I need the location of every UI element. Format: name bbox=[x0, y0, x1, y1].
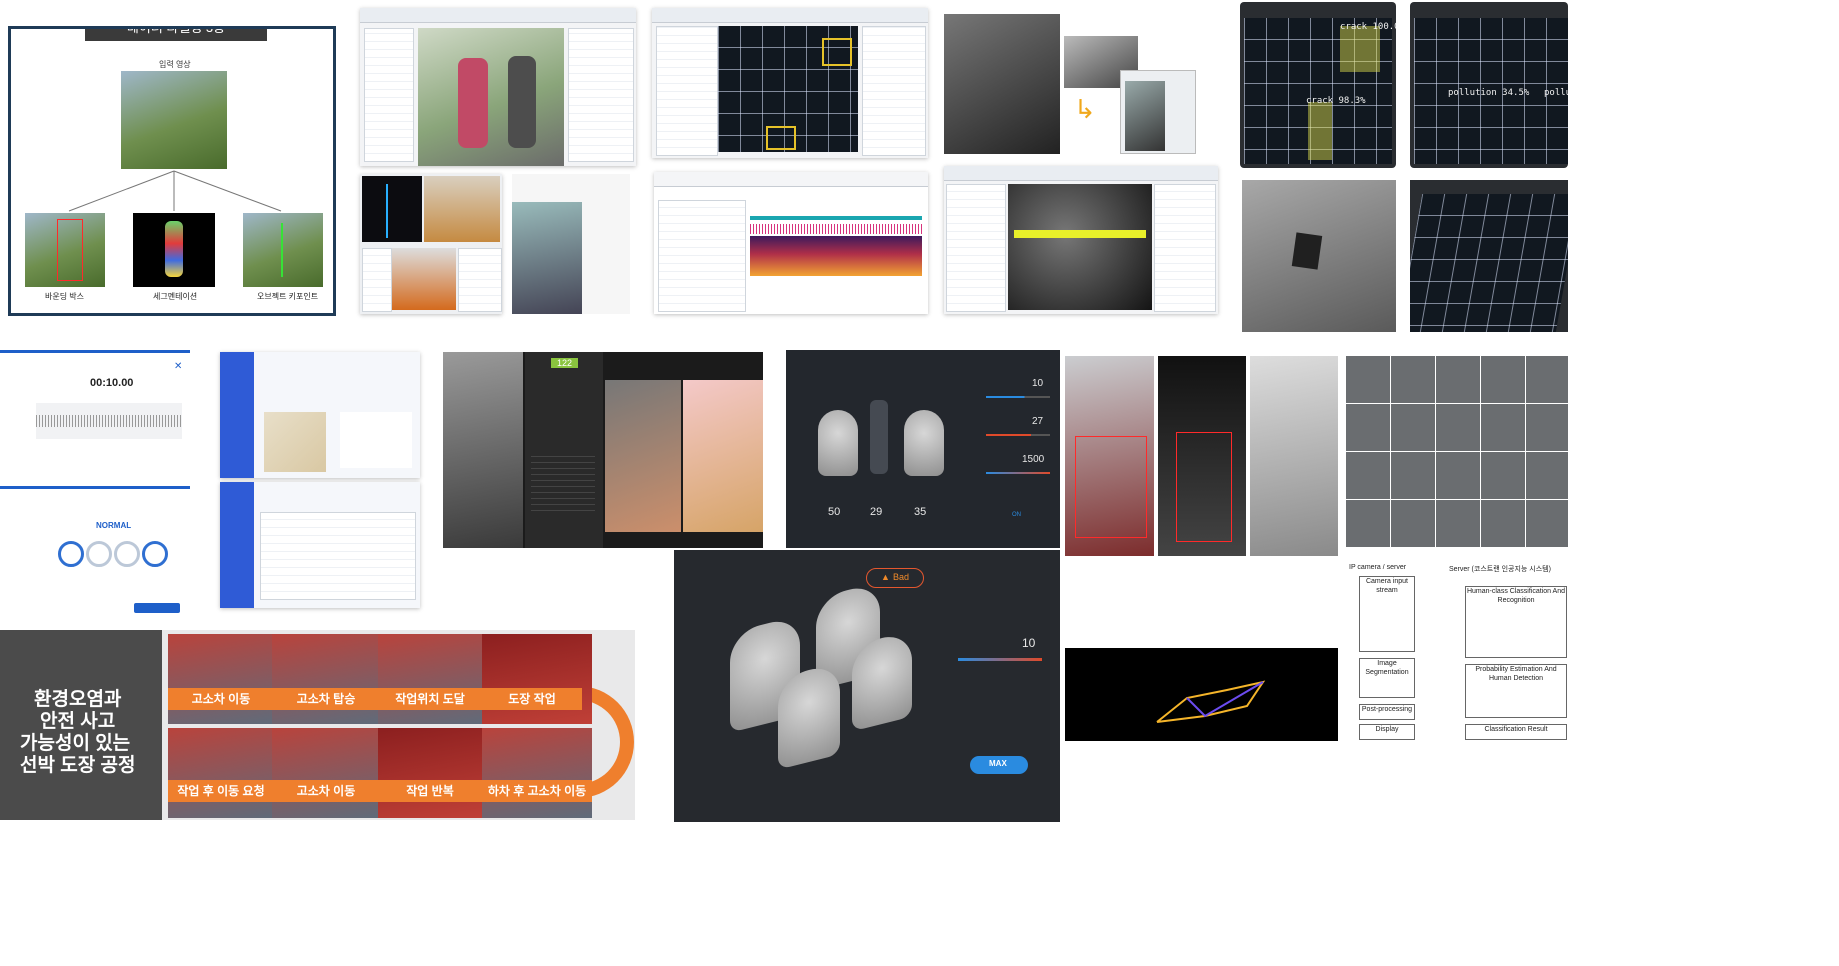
rpm-value: 1500 bbox=[1022, 454, 1045, 465]
thermal-viewer-2 bbox=[1410, 180, 1568, 332]
flow-right-header: Server (코스트랜 인공지능 시스템) bbox=[1449, 566, 1551, 573]
pollution-label-cut: pollu bbox=[1544, 88, 1568, 98]
xray-inspection-tool bbox=[944, 166, 1218, 314]
temperature-value: 27 bbox=[1032, 416, 1044, 427]
fan-slider-3d[interactable] bbox=[958, 658, 1042, 661]
step-bottom-2: 고소차 이동 bbox=[274, 780, 378, 802]
flow-left-header: IP camera / server bbox=[1349, 564, 1407, 571]
pollution-label: pollution 34.5% bbox=[1448, 88, 1530, 98]
painting-process-card: 환경오염과 안전 사고 가능성이 있는 선박 도장 공정 고소차 이동 고소차 … bbox=[0, 630, 635, 820]
flow-box-result: Classification Result bbox=[1465, 724, 1567, 740]
flow-box-segmentation: Image Segmentation bbox=[1359, 658, 1415, 698]
flow-box-postprocess: Post-processing bbox=[1359, 704, 1415, 720]
recorder-waveform bbox=[36, 403, 182, 439]
fan-slider[interactable] bbox=[986, 396, 1050, 398]
step-bottom-1: 작업 후 이동 요청 bbox=[168, 780, 274, 802]
recorder-result-app: NORMAL bbox=[0, 486, 190, 616]
submit-button[interactable] bbox=[134, 603, 180, 613]
flow-box-classification: Human-class Classification And Recogniti… bbox=[1465, 586, 1567, 658]
skeleton-lines bbox=[1156, 680, 1266, 723]
seat-left-value: 50 bbox=[828, 506, 841, 518]
close-icon[interactable]: ✕ bbox=[174, 361, 182, 372]
seat-right-value: 35 bbox=[914, 506, 927, 518]
seat-climate-panel: 50 29 35 10 27 1500 ON bbox=[786, 350, 1060, 548]
step-bottom-3: 작업 반복 bbox=[378, 780, 482, 802]
solar-tool-window bbox=[652, 8, 928, 158]
left-seat bbox=[818, 410, 858, 476]
seat-mid-value: 29 bbox=[870, 506, 883, 518]
alert-badge[interactable]: ▲ Bad bbox=[866, 568, 924, 588]
dance-pose-collage bbox=[512, 174, 630, 314]
alert-text: Bad bbox=[893, 572, 910, 582]
keypoint-output-image bbox=[243, 213, 323, 287]
crack-viewer-2: pollution 34.5% pollu bbox=[1410, 2, 1568, 168]
gauge-1 bbox=[58, 541, 84, 567]
solar-grid-image bbox=[718, 26, 858, 152]
audio-labeling-tool bbox=[654, 172, 928, 314]
headline-line-4: 선박 도장 공정 bbox=[20, 755, 136, 776]
pose-image bbox=[418, 28, 564, 166]
rpm-slider[interactable] bbox=[986, 472, 1050, 474]
gym-pose-2 bbox=[1158, 356, 1246, 556]
crack-label-top: crack 100.0 bbox=[1340, 22, 1396, 32]
flow-box-display: Display bbox=[1359, 724, 1415, 740]
flowchart: IP camera / server Server (코스트랜 인공지능 시스템… bbox=[1345, 564, 1568, 744]
seat-3d-app: ▲ Bad 10 MAX bbox=[674, 550, 1060, 822]
pose-tool-window bbox=[360, 8, 636, 166]
step-bottom-4: 하차 후 고소차 이동 bbox=[482, 780, 592, 802]
right-seat bbox=[904, 410, 944, 476]
table-dashboard bbox=[220, 482, 420, 608]
power-status[interactable]: ON bbox=[1012, 512, 1021, 518]
gauge-3 bbox=[114, 541, 140, 567]
status-normal: NORMAL bbox=[96, 521, 132, 530]
map-dashboard bbox=[220, 352, 420, 478]
fitness-header: 122 bbox=[551, 358, 579, 368]
temp-slider[interactable] bbox=[986, 434, 1050, 436]
gym-pose-1 bbox=[1065, 356, 1154, 556]
skeleton-3d-render bbox=[1065, 648, 1338, 741]
labeling-card: 데이터 라벨링 3종 입력 영상 바운딩 박스 세그멘테이션 오브젝트 키포인트 bbox=[8, 26, 336, 316]
segmentation-output-image bbox=[133, 213, 215, 287]
gauge-2 bbox=[86, 541, 112, 567]
cctv-grid bbox=[1345, 356, 1568, 548]
bar-chart bbox=[340, 412, 412, 468]
car-interior-collage: ↳ bbox=[944, 14, 1198, 156]
pose-skeleton-tool bbox=[360, 174, 502, 314]
fan-slider-value: 10 bbox=[1022, 636, 1036, 650]
output-label-bbox: 바운딩 박스 bbox=[45, 292, 85, 301]
gym-pose-3 bbox=[1250, 356, 1338, 556]
spectrogram bbox=[750, 236, 922, 276]
step-top-3: 작업위치 도달 bbox=[378, 688, 482, 710]
flow-box-probability: Probability Estimation And Human Detecti… bbox=[1465, 664, 1567, 718]
gauge-4 bbox=[142, 541, 168, 567]
recorder-time: 00:10.00 bbox=[90, 377, 134, 389]
fan-level-value: 10 bbox=[1032, 378, 1044, 389]
step-top-2: 고소차 탑승 bbox=[274, 688, 378, 710]
output-label-seg: 세그멘테이션 bbox=[153, 292, 198, 301]
step-top-4: 도장 작업 bbox=[482, 688, 582, 710]
recorder-app: 00:10.00 ✕ bbox=[0, 350, 190, 482]
warning-icon: ▲ bbox=[881, 572, 890, 582]
step-top-1: 고소차 이동 bbox=[168, 688, 274, 710]
crack-viewer-1: crack 100.0 crack 98.3% bbox=[1240, 2, 1396, 168]
fitness-collage: 122 bbox=[443, 352, 763, 548]
output-label-keypoint: 오브젝트 키포인트 bbox=[257, 292, 319, 301]
crack-label-mid: crack 98.3% bbox=[1306, 96, 1366, 106]
max-button[interactable]: MAX bbox=[970, 756, 1028, 774]
waveform bbox=[750, 224, 922, 234]
thermal-viewer-1 bbox=[1242, 180, 1396, 332]
down-arrow-icon: ↳ bbox=[1074, 94, 1096, 124]
bbox-output-image bbox=[25, 213, 105, 287]
flow-box-camera: Camera input stream bbox=[1359, 576, 1415, 652]
